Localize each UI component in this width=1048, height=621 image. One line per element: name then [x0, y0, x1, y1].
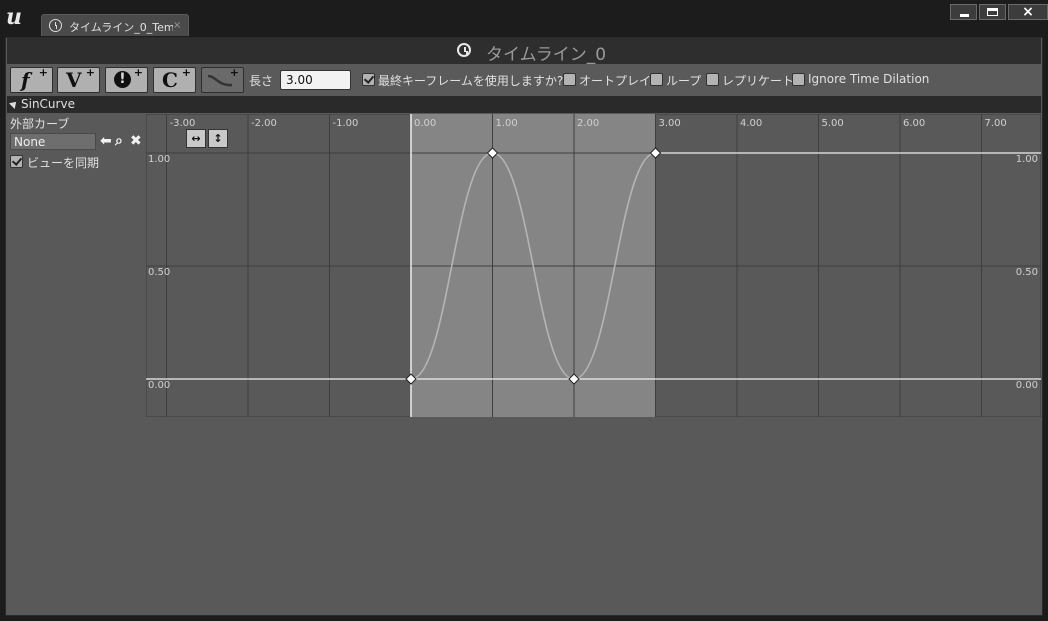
plus-icon: + [229, 66, 239, 79]
y-tick-label-right: 1.00 [1016, 154, 1038, 165]
fit-vertical-icon: ↕ [213, 132, 223, 145]
x-tick-label: 5.00 [822, 118, 844, 129]
plus-icon: + [181, 66, 191, 79]
y-tick-label-left: 1.00 [148, 154, 170, 165]
color-track-icon: C [162, 68, 178, 92]
x-tick-label: 0.00 [414, 118, 436, 129]
minimize-button[interactable] [950, 4, 977, 20]
add-event-track-button[interactable]: ! + [105, 66, 148, 93]
sync-view-label: ビューを同期 [27, 156, 100, 170]
fit-horizontal-icon: ↔ [191, 132, 201, 145]
autoplay-checkbox[interactable] [563, 73, 576, 86]
y-tick-label-right: 0.00 [1016, 380, 1038, 391]
close-window-button[interactable]: × [1008, 4, 1048, 20]
browse-search-icon[interactable]: ⌕ [115, 133, 123, 149]
replicated-label: レプリケート [722, 74, 795, 88]
fit-horizontal-button[interactable]: ↔ [186, 129, 206, 148]
plus-icon: + [38, 66, 48, 79]
close-icon: × [1022, 4, 1034, 20]
tab-label: タイムライン_0_Tem [69, 21, 173, 34]
maximize-button[interactable] [979, 4, 1006, 20]
window-controls: × [950, 4, 1048, 22]
ignore-time-dilation-checkbox[interactable] [792, 73, 805, 86]
ignore-time-dilation-label: Ignore Time Dilation [808, 72, 930, 86]
replicated-checkbox[interactable] [706, 73, 719, 86]
clock-icon [49, 19, 62, 32]
page-title: タイムライン_0 [486, 45, 607, 65]
x-tick-label: 6.00 [903, 118, 925, 129]
editor-tab[interactable]: タイムライン_0_Tem × [41, 14, 189, 36]
x-tick-label: -3.00 [170, 118, 196, 129]
tab-close-button[interactable]: × [173, 20, 181, 31]
plus-icon: + [85, 66, 95, 79]
maximize-icon [987, 8, 998, 16]
autoplay-label: オートプレイ [579, 74, 652, 88]
curve-editor[interactable]: -3.00 -2.00 -1.00 0.00 1.00 2.00 3.00 4.00 5.00 6… [146, 114, 1041, 417]
clear-x-icon[interactable]: ✖ [130, 133, 142, 149]
length-label: 長さ [249, 74, 274, 88]
unreal-logo-icon: u [6, 4, 22, 30]
curve-graph[interactable]: -3.00 -2.00 -1.00 0.00 1.00 2.00 3.00 4.00 5.00 6… [146, 114, 1041, 417]
loop-label: ループ [666, 74, 702, 88]
event-track-icon: ! [114, 71, 131, 88]
length-input[interactable] [280, 70, 351, 90]
y-tick-label-left: 0.50 [148, 267, 170, 278]
x-tick-label: 4.00 [740, 118, 762, 129]
x-tick-label: 3.00 [659, 118, 681, 129]
fit-vertical-button[interactable]: ↕ [208, 129, 228, 148]
use-last-keyframe-checkbox[interactable] [362, 73, 375, 86]
y-tick-label-right: 0.50 [1016, 267, 1038, 278]
add-color-track-button[interactable]: C + [153, 66, 196, 93]
x-tick-label: 2.00 [577, 118, 599, 129]
vector-track-icon: V [66, 68, 82, 92]
loop-checkbox[interactable] [650, 73, 663, 86]
y-tick-label-left: 0.00 [148, 380, 170, 391]
add-external-curve-button[interactable]: + [201, 66, 244, 93]
track-name: SinCurve [21, 97, 75, 111]
external-curve-field[interactable]: None [10, 133, 96, 150]
sync-view-checkbox[interactable] [10, 155, 23, 168]
external-curve-label: 外部カーブ [10, 117, 70, 131]
timeline-clock-icon [457, 43, 471, 57]
float-track-icon: f [21, 68, 30, 92]
track-header[interactable] [7, 96, 1041, 113]
plus-icon: + [133, 66, 143, 79]
x-tick-label: -1.00 [333, 118, 359, 129]
minimize-icon [960, 14, 969, 17]
add-vector-track-button[interactable]: V + [57, 66, 100, 93]
use-selected-arrow-icon[interactable]: ⬅ [100, 133, 112, 149]
x-tick-label: 7.00 [985, 118, 1007, 129]
use-last-keyframe-label: 最終キーフレームを使用しますか? [378, 74, 564, 88]
x-tick-label: 1.00 [496, 118, 518, 129]
x-tick-label: -2.00 [251, 118, 277, 129]
add-float-track-button[interactable]: f + [10, 66, 53, 93]
